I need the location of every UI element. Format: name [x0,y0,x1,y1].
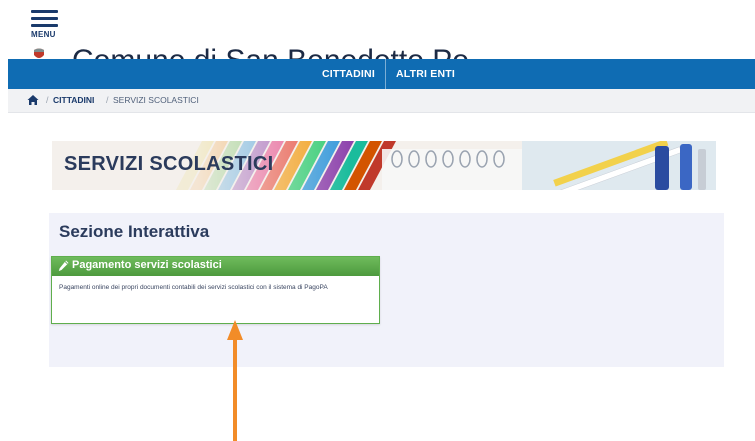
interactive-section: Sezione Interattiva Pagamento servizi sc… [49,213,724,367]
menu-label: MENU [31,30,56,39]
card-title[interactable]: Pagamento servizi scolastici [72,259,222,271]
annotation-arrow [227,320,243,441]
breadcrumb-current: SERVIZI SCOLASTICI [113,95,199,105]
card-description: Pagamenti online dei propri documenti co… [59,284,328,291]
service-card-pagamento[interactable]: Pagamento servizi scolastici Pagamenti o… [51,256,380,324]
breadcrumb-separator: / [106,95,109,105]
banner-title: SERVIZI SCOLASTICI [64,153,274,175]
breadcrumb-link-cittadini[interactable]: CITTADINI [53,95,94,105]
nav-item-altri-enti[interactable]: ALTRI ENTI [396,59,455,89]
main-navbar: CITTADINI ALTRI ENTI [8,59,755,89]
hamburger-icon [31,10,58,13]
breadcrumb: / CITTADINI / SERVIZI SCOLASTICI [8,89,755,113]
page-banner: SERVIZI SCOLASTICI [52,141,716,190]
menu-button[interactable]: MENU [31,10,61,39]
card-header[interactable]: Pagamento servizi scolastici [52,257,379,276]
nav-divider [385,59,386,89]
breadcrumb-separator: / [46,95,49,105]
nav-item-cittadini[interactable]: CITTADINI [322,59,375,89]
section-title: Sezione Interattiva [59,222,210,241]
home-icon[interactable] [27,94,39,106]
pencil-icon [58,260,69,271]
